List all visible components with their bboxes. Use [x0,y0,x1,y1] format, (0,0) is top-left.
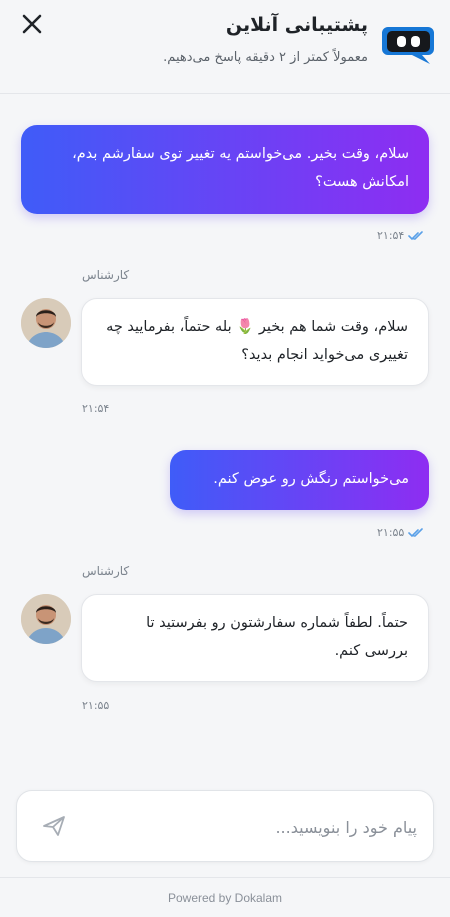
message-input[interactable] [97,811,417,843]
sender-label: کارشناس [82,564,130,578]
message-text: حتماً. لطفاً شماره سفارشتون رو بفرستید ت… [146,615,408,659]
avatar [21,594,71,644]
message-timestamp: ۲۱:۵۴ [377,229,405,242]
message-timestamp: ۲۱:۵۴ [82,402,110,415]
message-time: ۲۱:۵۵ [82,699,109,712]
agent-message-bubble: حتماً. لطفاً شماره سفارشتون رو بفرستید ت… [81,594,429,682]
powered-by-text: Powered by Dokalam [167,890,283,905]
message-text: سلام، وقت بخیر. می‌خواستم یه تغییر توی س… [72,146,409,190]
message-timestamp: ۲۱:۵۵ [82,699,110,712]
user-message-bubble: سلام، وقت بخیر. می‌خواستم یه تغییر توی س… [21,125,429,214]
message-time: ۲۱:۵۴ [82,402,109,415]
message-time: ۲۱:۵۴ [377,229,424,242]
message-composer [16,790,434,862]
powered-by-footer: Powered by Dokalam [0,877,450,917]
header-title: پشتیبانی آنلاین [225,14,368,36]
message-list[interactable]: سلام، وقت بخیر. می‌خواستم یه تغییر توی س… [0,94,450,784]
send-icon[interactable] [41,813,67,839]
message-time: ۲۱:۵۵ [377,526,424,539]
chat-header: پشتیبانی آنلاین معمولاً کمتر از ۲ دقیقه … [0,0,450,94]
message-text: سلام، وقت شما هم بخیر 🌷 بله حتماً، بفرما… [106,319,408,363]
close-icon[interactable] [21,13,43,35]
avatar [21,298,71,348]
sender-label: کارشناس [82,268,130,282]
agent-message-bubble: سلام، وقت شما هم بخیر 🌷 بله حتماً، بفرما… [81,298,429,386]
send-button[interactable] [41,813,69,841]
double-check-icon [408,230,424,240]
chat-bot-icon [382,27,434,64]
user-message-bubble: می‌خواستم رنگش رو عوض کنم. [170,450,429,510]
message-text: می‌خواستم رنگش رو عوض کنم. [213,471,409,487]
header-subtitle: معمولاً کمتر از ۲ دقیقه پاسخ می‌دهیم. [163,50,368,65]
message-timestamp: ۲۱:۵۵ [377,526,405,539]
double-check-icon [408,527,424,537]
close-button[interactable] [18,10,46,38]
